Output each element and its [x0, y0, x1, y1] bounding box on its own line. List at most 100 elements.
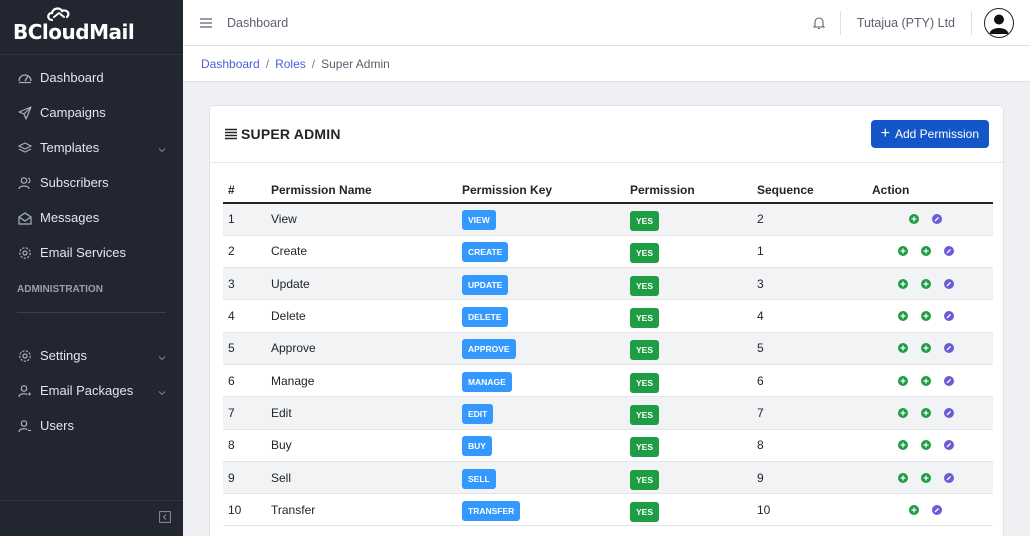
cell-permission: YES — [625, 267, 752, 301]
add-action-icon[interactable] — [897, 472, 908, 483]
cell-number: 6 — [223, 364, 266, 398]
breadcrumb-roles[interactable]: Roles — [275, 57, 306, 71]
edit-action-icon[interactable] — [943, 440, 954, 451]
sidebar-item-campaigns[interactable]: Campaigns — [0, 95, 183, 130]
cell-permission-key: EDIT — [457, 396, 625, 430]
action-group — [872, 311, 993, 322]
brand-logo[interactable]: BCloudMail — [13, 7, 135, 44]
cell-permission-key: CREATE — [457, 235, 625, 269]
add-action-icon[interactable] — [920, 311, 931, 322]
table-row: 10 Transfer TRANSFER YES 10 — [223, 493, 993, 527]
add-action-icon[interactable] — [920, 375, 931, 386]
sidebar-footer — [0, 500, 183, 536]
edit-action-icon[interactable] — [932, 214, 942, 225]
header-title[interactable]: Dashboard — [227, 16, 288, 30]
sidebar-item-messages[interactable]: Messages — [0, 200, 183, 235]
cell-sequence: 4 — [752, 299, 867, 333]
sidebar-nav: Dashboard Campaigns Templates Subscriber… — [0, 60, 183, 270]
edit-action-icon[interactable] — [943, 246, 954, 257]
action-group — [872, 440, 993, 451]
cell-permission-name: View — [266, 203, 457, 236]
cell-permission: YES — [625, 332, 752, 365]
sidebar-item-label: Email Packages — [40, 383, 134, 398]
edit-action-icon[interactable] — [943, 343, 954, 354]
add-action-icon[interactable] — [920, 343, 931, 354]
sidebar-item-dashboard[interactable]: Dashboard — [0, 60, 183, 95]
cell-number: 2 — [223, 235, 266, 269]
sidebar-item-users[interactable]: Users — [0, 408, 183, 443]
add-action-icon[interactable] — [897, 246, 908, 257]
add-action-icon[interactable] — [920, 278, 931, 289]
edit-action-icon[interactable] — [943, 407, 954, 418]
dashboard-icon — [17, 70, 33, 86]
add-action-icon[interactable] — [897, 407, 908, 418]
add-action-icon[interactable] — [897, 440, 908, 451]
add-action-icon[interactable] — [920, 472, 931, 483]
hamburger-menu-icon[interactable] — [200, 17, 212, 29]
chevron-down-icon — [157, 351, 167, 361]
action-group — [872, 343, 993, 354]
cell-permission-key: APPROVE — [457, 332, 625, 365]
add-action-icon[interactable] — [897, 278, 908, 289]
column-header-number: # — [223, 178, 266, 204]
users-icon — [17, 175, 33, 191]
edit-action-icon[interactable] — [943, 375, 954, 386]
nav-divider — [17, 312, 166, 313]
sidebar-item-label: Settings — [40, 348, 87, 363]
permission-key-badge: CREATE — [462, 242, 509, 263]
cell-permission-name: Create — [266, 235, 457, 269]
cell-number: 7 — [223, 396, 266, 430]
sidebar-item-email-packages[interactable]: Email Packages — [0, 373, 183, 408]
edit-action-icon[interactable] — [943, 311, 954, 322]
cell-permission-key: UPDATE — [457, 267, 625, 301]
add-action-icon[interactable] — [897, 375, 908, 386]
sidebar-item-label: Users — [40, 418, 74, 433]
cell-permission: YES — [625, 299, 752, 333]
chevron-down-icon — [157, 386, 167, 396]
add-action-icon[interactable] — [909, 504, 919, 515]
add-action-icon[interactable] — [897, 311, 908, 322]
permissions-card: SUPER ADMIN + Add Permission # Permissio… — [209, 105, 1004, 536]
add-action-icon[interactable] — [920, 440, 931, 451]
breadcrumb: Dashboard / Roles / Super Admin — [183, 46, 1030, 82]
add-action-icon[interactable] — [897, 343, 908, 354]
cell-number: 3 — [223, 267, 266, 301]
add-permission-button[interactable]: + Add Permission — [870, 120, 989, 148]
cell-actions — [867, 396, 993, 430]
cell-permission-key: BUY — [457, 429, 625, 462]
cell-sequence: 7 — [752, 396, 867, 430]
sidebar-item-label: Campaigns — [40, 105, 106, 120]
breadcrumb-current: Super Admin — [321, 56, 390, 71]
cell-permission-name: Update — [266, 267, 457, 301]
company-name[interactable]: Tutajua (PTY) Ltd — [841, 16, 971, 30]
breadcrumb-dashboard[interactable]: Dashboard — [201, 57, 260, 71]
action-group — [872, 407, 993, 418]
sidebar-item-templates[interactable]: Templates — [0, 130, 183, 165]
permission-key-badge: TRANSFER — [462, 500, 521, 521]
sidebar-item-settings[interactable]: Settings — [0, 338, 183, 373]
table-row: 5 Approve APPROVE YES 5 — [223, 332, 993, 365]
table-row: 3 Update UPDATE YES 3 — [223, 267, 993, 301]
cell-permission-name: Delete — [266, 299, 457, 333]
cell-sequence: 8 — [752, 429, 867, 462]
permission-key-badge: BUY — [462, 436, 492, 457]
edit-action-icon[interactable] — [943, 278, 954, 289]
brand: BCloudMail — [0, 0, 183, 55]
cell-sequence: 6 — [752, 364, 867, 398]
sidebar-item-email-services[interactable]: Email Services — [0, 235, 183, 270]
add-action-icon[interactable] — [909, 214, 919, 225]
cell-actions — [867, 493, 993, 527]
bell-icon[interactable] — [812, 16, 826, 30]
edit-action-icon[interactable] — [932, 504, 942, 515]
cell-permission-name: Sell — [266, 461, 457, 495]
admin-nav: Settings Email Packages Users — [0, 338, 183, 443]
avatar[interactable] — [984, 7, 1014, 38]
add-action-icon[interactable] — [920, 407, 931, 418]
collapse-sidebar-icon[interactable] — [159, 511, 171, 526]
cell-permission-name: Edit — [266, 396, 457, 430]
add-action-icon[interactable] — [920, 246, 931, 257]
cell-sequence: 3 — [752, 267, 867, 301]
edit-action-icon[interactable] — [943, 472, 954, 483]
sidebar-item-subscribers[interactable]: Subscribers — [0, 165, 183, 200]
settings-icon — [17, 348, 33, 364]
